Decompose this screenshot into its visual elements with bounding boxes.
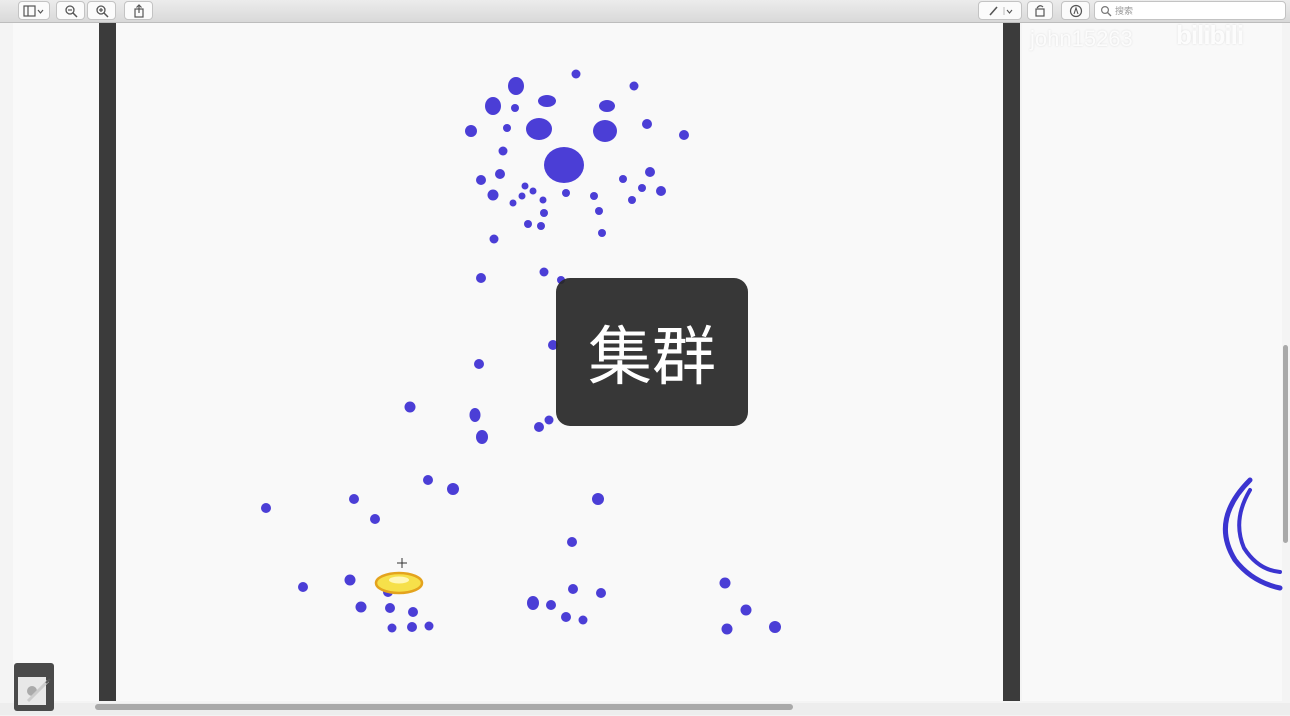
watermark-username: john15263 <box>1030 26 1133 51</box>
dot <box>298 582 308 592</box>
dot <box>344 574 356 586</box>
dot <box>544 147 584 183</box>
caption-overlay: 集群 <box>556 278 748 426</box>
moon-inner-shape <box>1237 488 1282 574</box>
vertical-scrollbar-thumb[interactable] <box>1283 345 1288 543</box>
dot <box>593 120 617 142</box>
dot <box>642 119 652 129</box>
highlighted-dot-glow <box>389 576 409 584</box>
dot <box>540 209 548 217</box>
dot <box>408 607 418 617</box>
dot <box>518 192 526 200</box>
dot <box>469 408 481 422</box>
dot <box>465 125 477 137</box>
dot <box>261 503 271 513</box>
dot <box>474 359 484 369</box>
dot <box>638 184 646 192</box>
dot <box>539 196 547 204</box>
dot <box>534 422 544 432</box>
dot <box>679 130 689 140</box>
dot <box>495 169 505 179</box>
dot <box>599 100 615 112</box>
dot <box>567 537 577 547</box>
dot <box>521 182 529 190</box>
dot <box>546 600 556 610</box>
dot <box>656 186 666 196</box>
dot <box>592 493 604 505</box>
dot <box>529 187 537 195</box>
dot <box>385 603 395 613</box>
dot <box>539 267 549 277</box>
crosshair-cursor <box>397 558 407 568</box>
dot <box>619 175 627 183</box>
caption-text: 集群 <box>588 321 716 395</box>
watermark-logo: bilibili <box>1176 20 1244 50</box>
dot <box>387 623 397 633</box>
dot <box>740 604 752 616</box>
dot <box>355 601 367 613</box>
dot <box>447 483 459 495</box>
dot <box>524 220 532 228</box>
dot <box>489 234 499 244</box>
app-thumbnail-icon[interactable] <box>14 663 54 711</box>
dot <box>568 584 578 594</box>
dot <box>509 199 517 207</box>
dot <box>538 95 556 107</box>
dot <box>629 81 639 91</box>
dot <box>511 104 519 112</box>
dot <box>370 514 380 524</box>
dot <box>562 189 570 197</box>
dot <box>349 494 359 504</box>
dot <box>508 77 524 95</box>
dot <box>769 621 781 633</box>
dot <box>404 401 416 413</box>
dot <box>595 207 603 215</box>
dot <box>498 146 508 156</box>
dot <box>503 124 511 132</box>
dot <box>628 196 636 204</box>
dot <box>719 577 731 589</box>
dot <box>544 415 554 425</box>
dot <box>527 596 539 610</box>
dot <box>561 612 571 622</box>
dot <box>721 623 733 635</box>
dot <box>645 167 655 177</box>
dot <box>485 97 501 115</box>
horizontal-scrollbar-thumb[interactable] <box>95 704 793 710</box>
dot <box>590 192 598 200</box>
dot <box>487 189 499 201</box>
dot <box>526 118 552 140</box>
dot <box>407 622 417 632</box>
dot <box>598 229 606 237</box>
dot <box>424 621 434 631</box>
dot <box>571 69 581 79</box>
dot <box>476 273 486 283</box>
dot <box>423 475 433 485</box>
dot <box>596 588 606 598</box>
dot <box>578 615 588 625</box>
dot <box>476 430 488 444</box>
dot <box>537 222 545 230</box>
dot <box>476 175 486 185</box>
